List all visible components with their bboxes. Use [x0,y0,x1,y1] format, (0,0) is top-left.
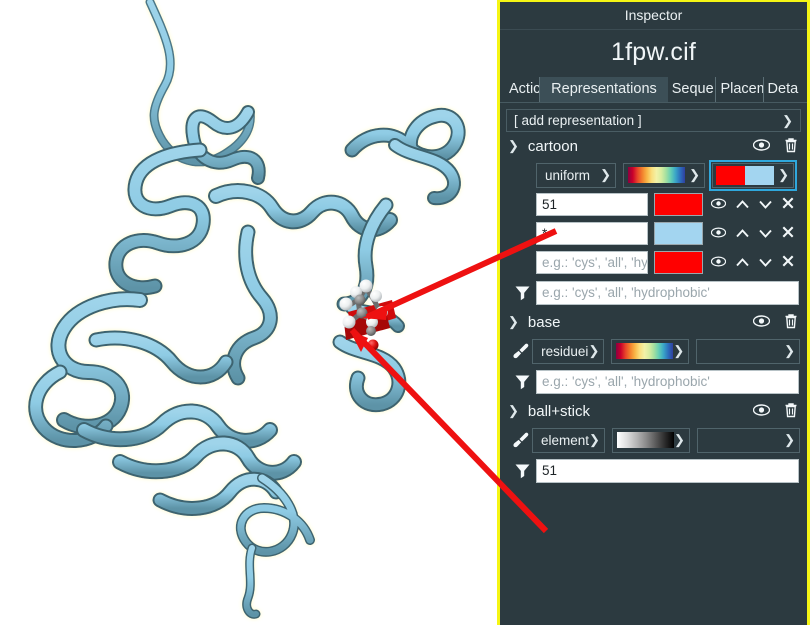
chevron-down-icon: ❯ [784,343,795,358]
color-swatch-select-ballstick[interactable]: ❯ [696,427,800,453]
representation-name: base [527,313,561,331]
eye-icon[interactable] [752,314,771,330]
trash-icon[interactable] [784,137,798,156]
chevron-down-icon: ❯ [782,112,793,128]
chevron-down-icon[interactable] [759,197,772,212]
eye-icon[interactable] [710,197,727,212]
inspector-panel: Inspector 1fpw.cif Actic Representations… [497,0,810,625]
color-mode-select-base[interactable]: residuei ❯ [532,338,605,364]
filter-input-ballstick[interactable]: 51 [536,458,799,483]
tab-actions[interactable]: Actic [505,77,541,102]
funnel-icon[interactable] [508,462,536,479]
tab-representations[interactable]: Representations [540,77,668,102]
gradient-select-base[interactable]: ❯ [611,338,690,364]
representation-header-ballstick[interactable]: ❯ ball+stick [500,397,807,425]
selection-input-2[interactable]: * [536,222,648,245]
gradient-select-ballstick[interactable]: ❯ [611,427,690,453]
eye-icon[interactable] [710,255,727,270]
gradient-select-cartoon[interactable]: ❯ [623,162,705,188]
file-title: 1fpw.cif [611,38,696,66]
add-representation-dropdown[interactable]: [ add representation ] ❯ [506,109,801,132]
chevron-down-icon[interactable]: ❯ [508,314,519,330]
ballstick-color-controls: element ❯ ❯ ❯ [500,425,807,455]
selection-row: e.g.: 'cys', 'all', 'hydrophobic' [500,248,807,277]
grayscale-gradient-swatch [616,432,674,448]
add-representation-label: [ add representation ] [514,113,642,128]
chevron-up-icon[interactable] [736,226,749,241]
close-x-icon[interactable] [782,226,794,241]
tab-details[interactable]: Deta [764,77,802,102]
panel-title: Inspector [500,2,807,30]
protein-cartoon-render [0,0,500,625]
selection-input-3[interactable]: e.g.: 'cys', 'all', 'hydrophobic' [536,251,648,274]
chevron-down-icon: ❯ [673,343,685,358]
chevron-down-icon: ❯ [778,167,789,182]
spectral-gradient-swatch [616,343,674,359]
color-swatch-pair [716,165,774,185]
selection-row: * [500,219,807,248]
selection-color-chip-1[interactable] [654,193,703,216]
swatch-secondary [745,165,774,185]
chevron-down-icon[interactable] [759,226,772,241]
representation-header-base[interactable]: ❯ base [500,308,807,336]
chevron-down-icon: ❯ [689,167,700,182]
selection-color-chip-3[interactable] [654,251,703,274]
eye-icon[interactable] [752,138,771,154]
chevron-down-icon: ❯ [784,432,795,447]
trash-icon[interactable] [784,313,798,332]
representation-name: cartoon [527,137,578,155]
filter-row-ballstick: 51 [500,455,807,486]
funnel-icon[interactable] [508,284,536,301]
paintbrush-icon[interactable] [508,431,532,450]
tab-sequence[interactable]: Seque [668,77,717,102]
chevron-down-icon[interactable] [759,255,772,270]
filter-row-cartoon: e.g.: 'cys', 'all', 'hydrophobic' [500,277,807,308]
color-swatch-select-base[interactable]: ❯ [696,338,800,364]
spectral-gradient-swatch [628,167,685,183]
selection-row: 51 [500,190,807,219]
chevron-down-icon[interactable]: ❯ [508,138,519,154]
color-mode-value: element [541,432,590,448]
paintbrush-icon[interactable] [508,342,532,361]
tab-placement[interactable]: Placem [716,77,764,102]
funnel-icon[interactable] [508,373,536,390]
color-mode-select-cartoon[interactable]: uniform ❯ [536,162,616,188]
color-mode-select-ballstick[interactable]: element ❯ [532,427,605,453]
close-x-icon[interactable] [782,255,794,270]
representation-name: ball+stick [527,402,591,420]
eye-icon[interactable] [752,403,771,419]
filter-input-cartoon[interactable]: e.g.: 'cys', 'all', 'hydrophobic' [536,280,799,305]
trash-icon[interactable] [784,402,798,421]
color-mode-value: residuei [541,343,589,359]
selection-color-chip-2[interactable] [654,222,703,245]
base-color-controls: residuei ❯ ❯ ❯ [500,336,807,366]
chevron-down-icon: ❯ [600,167,611,182]
color-swatch-select-cartoon[interactable]: ❯ [709,159,797,191]
representation-header-cartoon[interactable]: ❯ cartoon [500,132,807,160]
tab-strip: Actic Representations Seque Placem Deta [500,77,807,103]
chevron-down-icon: ❯ [589,432,600,447]
eye-icon[interactable] [710,226,727,241]
chevron-down-icon: ❯ [588,343,600,358]
cartoon-color-controls: uniform ❯ ❯ ❯ [500,159,807,191]
swatch-primary [716,165,745,185]
color-mode-value: uniform [545,167,591,183]
chevron-down-icon[interactable]: ❯ [508,403,519,419]
chevron-up-icon[interactable] [736,255,749,270]
chevron-down-icon: ❯ [673,432,685,447]
filter-input-base[interactable]: e.g.: 'cys', 'all', 'hydrophobic' [536,369,799,394]
filter-row-base: e.g.: 'cys', 'all', 'hydrophobic' [500,366,807,397]
selection-input-1[interactable]: 51 [536,193,648,216]
molecular-3d-viewport[interactable] [0,0,500,625]
chevron-up-icon[interactable] [736,197,749,212]
close-x-icon[interactable] [782,197,794,212]
